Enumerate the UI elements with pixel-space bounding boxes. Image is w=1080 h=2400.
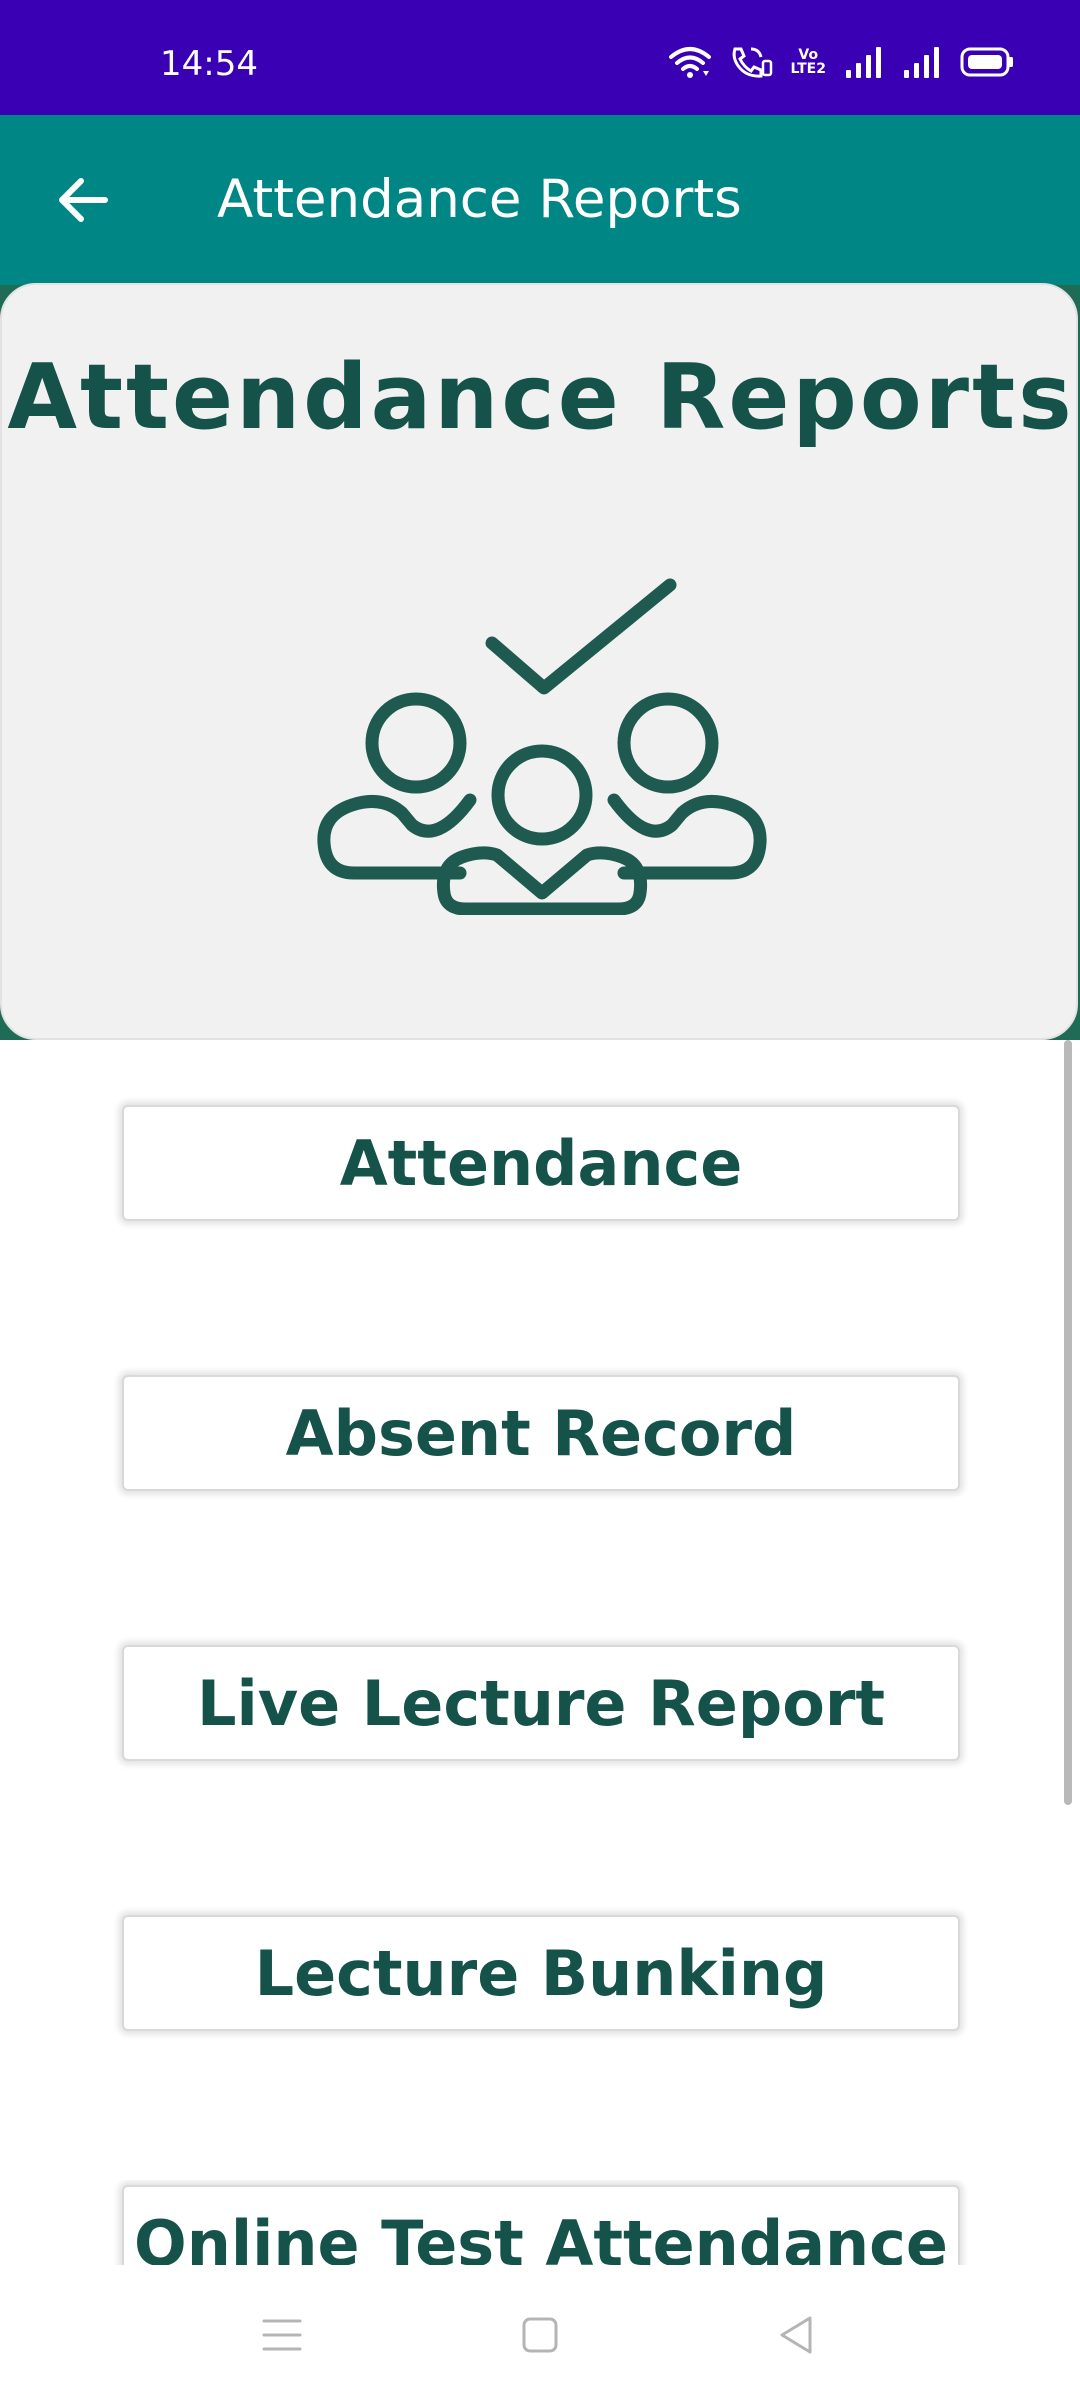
absent-record-button[interactable]: Absent Record [122,1375,960,1491]
menu-clip: Online Test Attendance [0,2180,1080,2265]
attendance-button[interactable]: Attendance [122,1105,960,1221]
app-bar: Attendance Reports [0,115,1080,285]
signal-icon [904,47,939,78]
navigation-bar [0,2265,1080,2400]
wifi-icon [668,47,711,78]
back-button[interactable] [48,165,118,235]
lecture-bunking-button[interactable]: Lecture Bunking [122,1915,960,2031]
battery-icon [960,47,1013,77]
live-lecture-report-button[interactable]: Live Lecture Report [122,1645,960,1761]
status-icons: Vo LTE2 [668,42,1014,82]
wifi-calling-icon [732,47,772,78]
screen: 14:54 Vo LTE2 Attendance Reports Attenda… [0,0,1080,2400]
home-icon [522,2317,558,2353]
menu-icon [262,2319,302,2351]
status-time: 14:54 [160,44,258,84]
home-button[interactable] [500,2295,580,2375]
signal-icon [846,47,881,78]
group-attendance-check-icon [317,578,767,915]
back-icon [780,2316,812,2354]
hero-title: Attendance Reports [7,345,1075,450]
arrow-left-icon [59,178,108,222]
status-bar: 14:54 Vo LTE2 [0,0,1080,115]
volte-icon: Vo LTE2 [790,47,826,77]
recent-apps-button[interactable] [242,2295,322,2375]
system-back-button[interactable] [756,2295,836,2375]
scrollbar-thumb[interactable] [1064,1040,1072,1805]
hero-card: Attendance Reports [0,283,1078,1040]
page-title: Attendance Reports [217,169,742,230]
online-test-attendance-button[interactable]: Online Test Attendance [122,2185,960,2265]
